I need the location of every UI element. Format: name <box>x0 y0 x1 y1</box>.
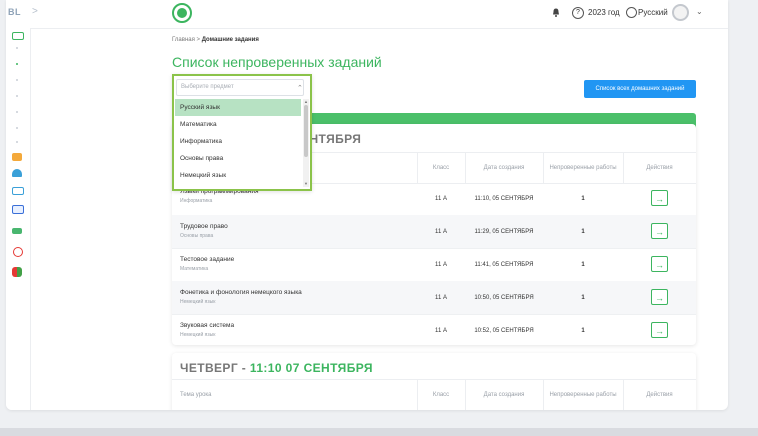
chevron-down-icon[interactable]: ⌄ <box>696 7 703 16</box>
sidebar <box>6 28 31 410</box>
table-row[interactable]: Трудовое право Основы права 11 А 11:29, … <box>172 215 696 249</box>
col-created: Дата создания <box>483 392 525 398</box>
lesson-subject: Основы права <box>180 233 214 239</box>
col-unchecked: Непроверенные работы <box>549 165 617 171</box>
table-row[interactable]: Фонетика и фонология немецкого языка Нем… <box>172 281 696 315</box>
row-class: 11 А <box>435 261 447 268</box>
sidebar-dot[interactable] <box>16 79 18 81</box>
row-class: 11 А <box>435 294 447 301</box>
sidebar-dot[interactable] <box>16 95 18 97</box>
row-created: 10:50, 05 СЕНТЯБРЯ <box>474 294 534 301</box>
open-arrow-right-icon[interactable]: → <box>651 256 668 272</box>
row-created: 11:41, 05 СЕНТЯБРЯ <box>474 261 534 268</box>
academic-year-selector[interactable]: 2023 год <box>588 8 620 17</box>
col-unchecked: Непроверенные работы <box>549 392 617 398</box>
breadcrumb-separator: > <box>196 37 201 43</box>
table-row[interactable]: Тестовое задание Математика 11 А 11:41, … <box>172 248 696 282</box>
lesson-title: Звуковая система <box>180 322 235 329</box>
row-class: 11 А <box>435 327 447 334</box>
subject-option[interactable]: Основы права <box>175 150 301 167</box>
table-header: Тема урока Класс Дата создания Непровере… <box>172 379 696 410</box>
open-arrow-right-icon[interactable]: → <box>651 223 668 239</box>
subject-option[interactable]: Немецкий язык <box>175 167 301 184</box>
col-created: Дата создания <box>483 165 525 171</box>
school-icon[interactable] <box>12 169 22 177</box>
row-created: 10:52, 05 СЕНТЯБРЯ <box>474 327 534 334</box>
browser-bottom-bar <box>0 428 758 436</box>
subject-select-placeholder: Выберите предмет <box>181 84 234 90</box>
chart-icon[interactable] <box>12 187 24 195</box>
row-unchecked-count: 1 <box>581 327 585 334</box>
folder-icon[interactable] <box>12 153 22 161</box>
breadcrumb: Главная > Домашние задания <box>172 37 259 43</box>
help-circle-icon[interactable] <box>13 247 23 257</box>
row-unchecked-count: 1 <box>581 261 585 268</box>
subject-options-list: Русский язык Математика Информатика Осно… <box>175 99 301 187</box>
help-icon[interactable]: ? <box>572 7 584 19</box>
card-icon[interactable] <box>12 228 22 234</box>
subject-option[interactable]: Русский язык <box>175 99 301 116</box>
homework-group-card: ЧЕТВЕРГ - 11:10 07 СЕНТЯБРЯ Тема урока К… <box>172 353 696 410</box>
subject-option[interactable]: Информатика <box>175 133 301 150</box>
table-icon[interactable] <box>12 205 24 214</box>
group-day-separator: - <box>238 361 250 375</box>
sidebar-dot[interactable] <box>16 127 18 129</box>
avatar[interactable] <box>672 4 689 21</box>
app-window: BL > ? 2023 год Русский ⌄ Главная > Дома… <box>6 0 728 410</box>
lesson-title: Трудовое право <box>180 223 228 230</box>
table-row[interactable]: Звуковая система Немецкий язык 11 А 10:5… <box>172 314 696 347</box>
sidebar-dot[interactable] <box>16 111 18 113</box>
lesson-subject: Немецкий язык <box>180 299 216 305</box>
col-class: Класс <box>432 165 450 171</box>
monitor-icon[interactable] <box>12 32 24 40</box>
row-created: 11:10, 05 СЕНТЯБРЯ <box>474 195 534 202</box>
bell-icon[interactable] <box>552 8 560 17</box>
open-arrow-right-icon[interactable]: → <box>651 190 668 206</box>
group-weekday: ЧЕТВЕРГ <box>180 361 239 375</box>
row-class: 11 А <box>435 195 447 202</box>
dropdown-scrollbar[interactable]: ▲ ▼ <box>303 99 309 187</box>
scrollbar-thumb[interactable] <box>304 105 308 157</box>
top-bar: BL > ? 2023 год Русский ⌄ <box>6 0 728 29</box>
globe-icon[interactable] <box>626 7 637 18</box>
group-day-label: ЧЕТВЕРГ - 11:10 07 СЕНТЯБРЯ <box>180 361 373 375</box>
chevron-up-icon[interactable]: ⌃ <box>297 81 303 96</box>
subject-dropdown[interactable]: Выберите предмет ⌃ Русский язык Математи… <box>172 74 312 191</box>
sidebar-dot-active[interactable] <box>16 63 18 65</box>
breadcrumb-current: Домашние задания <box>201 37 259 43</box>
col-class: Класс <box>432 392 450 398</box>
school-logo-icon[interactable] <box>172 3 192 23</box>
sidebar-dot[interactable] <box>16 47 18 49</box>
row-class: 11 А <box>435 228 447 235</box>
row-unchecked-count: 1 <box>581 228 585 235</box>
open-arrow-right-icon[interactable]: → <box>651 322 668 338</box>
col-actions: Действия <box>646 165 673 171</box>
brand-logo-text[interactable]: BL <box>8 7 21 17</box>
sidebar-toggle-chevron-icon[interactable]: > <box>32 6 38 17</box>
lesson-title: Фонетика и фонология немецкого языка <box>180 289 302 296</box>
subject-select[interactable]: Выберите предмет ⌃ <box>176 79 304 96</box>
lesson-subject: Информатика <box>180 198 213 204</box>
scroll-down-icon[interactable]: ▼ <box>304 181 308 186</box>
lesson-subject: Немецкий язык <box>180 332 216 338</box>
row-created: 11:29, 05 СЕНТЯБРЯ <box>474 228 534 235</box>
apps-icon[interactable] <box>12 267 22 277</box>
row-unchecked-count: 1 <box>581 294 585 301</box>
row-unchecked-count: 1 <box>581 195 585 202</box>
language-selector[interactable]: Русский <box>638 8 668 17</box>
scroll-up-icon[interactable]: ▲ <box>304 99 308 104</box>
page-title: Список непроверенных заданий <box>172 54 382 70</box>
col-lesson: Тема урока <box>180 392 212 398</box>
sidebar-dot[interactable] <box>16 141 18 143</box>
open-arrow-right-icon[interactable]: → <box>651 289 668 305</box>
col-actions: Действия <box>646 392 673 398</box>
all-homework-button[interactable]: Список всех домашних заданий <box>584 80 696 98</box>
lesson-subject: Математика <box>180 266 209 272</box>
group-day-date: 11:10 07 СЕНТЯБРЯ <box>249 361 373 375</box>
subject-option[interactable]: Математика <box>175 116 301 133</box>
lesson-title: Тестовое задание <box>180 256 235 263</box>
breadcrumb-home[interactable]: Главная <box>172 37 195 43</box>
